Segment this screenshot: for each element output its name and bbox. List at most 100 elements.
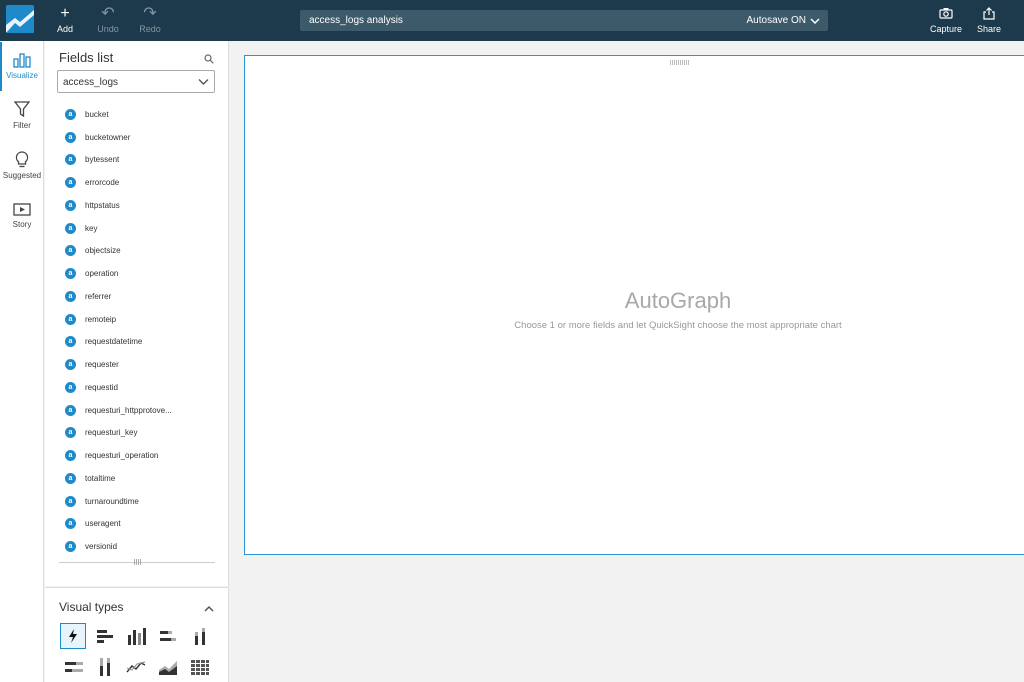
field-item[interactable]: a key (65, 217, 215, 240)
lightbulb-icon (15, 151, 29, 168)
undo-button[interactable]: ↶ Undo (90, 5, 126, 34)
field-label: requester (85, 360, 119, 370)
redo-icon: ↷ (143, 5, 157, 22)
string-type-icon: a (65, 222, 76, 234)
horizontal-bar-icon[interactable] (92, 623, 118, 649)
story-icon (13, 203, 31, 216)
field-item[interactable]: a bytessent (65, 149, 215, 172)
field-label: requestid (85, 382, 118, 392)
plus-icon: + (60, 5, 70, 22)
field-label: bucket (85, 109, 109, 119)
camera-icon (928, 5, 964, 22)
field-label: httpstatus (85, 200, 120, 210)
field-label: requesturi_key (85, 428, 138, 438)
vertical-bar-icon[interactable] (123, 623, 149, 649)
field-item[interactable]: a objectsize (65, 240, 215, 263)
rail-suggested[interactable]: Suggested (0, 151, 44, 180)
resize-handle[interactable] (134, 559, 142, 565)
field-item[interactable]: a errorcode (65, 171, 215, 194)
chevron-down-icon (810, 17, 820, 24)
dataset-select[interactable]: access_logs (57, 70, 215, 93)
field-label: requesturi_httpprotove... (85, 405, 172, 415)
string-type-icon: a (65, 518, 76, 530)
autosave-dropdown[interactable]: Autosave ON (747, 15, 820, 26)
string-type-icon: a (65, 313, 76, 325)
field-label: turnaroundtime (85, 496, 139, 506)
string-type-icon: a (65, 472, 76, 484)
area-chart-icon[interactable] (155, 654, 181, 680)
chevron-down-icon (198, 79, 209, 85)
analysis-title[interactable]: access_logs analysis (309, 15, 403, 26)
field-item[interactable]: a requestdatetime (65, 331, 215, 354)
autograph-title: AutoGraph (624, 288, 732, 313)
field-item[interactable]: a bucketowner (65, 126, 215, 149)
string-type-icon: a (65, 450, 76, 462)
dataset-select-value: access_logs (63, 77, 119, 88)
field-item[interactable]: a requestid (65, 376, 215, 399)
percent-horizontal-bar-icon[interactable] (60, 654, 86, 680)
chevron-up-icon[interactable] (204, 600, 214, 618)
analysis-name-bar[interactable]: access_logs analysis Autosave ON (300, 10, 828, 31)
rail-filter[interactable]: Filter (0, 101, 44, 130)
string-type-icon: a (65, 381, 76, 393)
autograph-subtitle: Choose 1 or more fields and let QuickSig… (514, 320, 842, 331)
rail-visualize[interactable]: Visualize (0, 42, 44, 91)
line-chart-icon[interactable] (123, 654, 149, 680)
search-icon[interactable] (204, 51, 214, 69)
field-label: bucketowner (85, 132, 131, 142)
share-button[interactable]: Share (971, 5, 1007, 34)
field-label: useragent (85, 519, 121, 529)
string-type-icon: a (65, 290, 76, 302)
visual-types-panel: Visual types (45, 587, 229, 682)
string-type-icon: a (65, 131, 76, 143)
redo-button[interactable]: ↷ Redo (132, 5, 168, 34)
string-type-icon: a (65, 245, 76, 257)
field-label: remoteip (85, 314, 117, 324)
field-label: requesturi_operation (85, 451, 159, 461)
fields-list-title: Fields list (59, 50, 114, 65)
string-type-icon: a (65, 108, 76, 120)
field-item[interactable]: a requesturi_httpprotove... (65, 399, 215, 422)
autograph-visual[interactable]: AutoGraph Choose 1 or more fields and le… (244, 55, 1024, 555)
visual-types-title: Visual types (59, 600, 124, 614)
add-button[interactable]: + Add (47, 5, 83, 34)
field-item[interactable]: a versionid (65, 535, 215, 558)
string-type-icon: a (65, 404, 76, 416)
autograph-icon[interactable] (60, 623, 86, 649)
fields-list-panel: Fields list access_logs a bucket a bucketow… (45, 41, 229, 586)
string-type-icon: a (65, 268, 76, 280)
rail-story[interactable]: Story (0, 202, 44, 229)
drag-handle[interactable] (670, 60, 690, 65)
field-label: requestdatetime (85, 337, 143, 347)
field-item[interactable]: a turnaroundtime (65, 490, 215, 513)
stacked-horizontal-bar-icon[interactable] (155, 623, 181, 649)
field-item[interactable]: a operation (65, 262, 215, 285)
field-label: bytessent (85, 155, 120, 165)
field-item[interactable]: a bucket (65, 103, 215, 126)
field-item[interactable]: a httpstatus (65, 194, 215, 217)
string-type-icon: a (65, 154, 76, 166)
pivot-table-icon[interactable] (187, 654, 213, 680)
top-toolbar: + Add ↶ Undo ↷ Redo access_logs analysis… (0, 0, 1024, 41)
stacked-vertical-bar-icon[interactable] (187, 623, 213, 649)
capture-button[interactable]: Capture (928, 5, 964, 34)
left-nav-rail: Visualize Filter Suggested Story (0, 41, 44, 682)
field-label: totaltime (85, 473, 116, 483)
string-type-icon: a (65, 541, 76, 553)
field-item[interactable]: a remoteip (65, 308, 215, 331)
string-type-icon: a (65, 177, 76, 189)
field-label: referrer (85, 291, 112, 301)
field-item[interactable]: a totaltime (65, 467, 215, 490)
field-item[interactable]: a referrer (65, 285, 215, 308)
string-type-icon: a (65, 336, 76, 348)
share-icon (971, 5, 1007, 22)
field-item[interactable]: a requesturi_operation (65, 444, 215, 467)
field-label: key (85, 223, 98, 233)
field-label: objectsize (85, 246, 121, 256)
field-item[interactable]: a requester (65, 353, 215, 376)
field-label: operation (85, 269, 119, 279)
field-item[interactable]: a useragent (65, 513, 215, 536)
quicksight-logo[interactable] (6, 5, 34, 33)
field-item[interactable]: a requesturi_key (65, 422, 215, 445)
percent-vertical-bar-icon[interactable] (92, 654, 118, 680)
